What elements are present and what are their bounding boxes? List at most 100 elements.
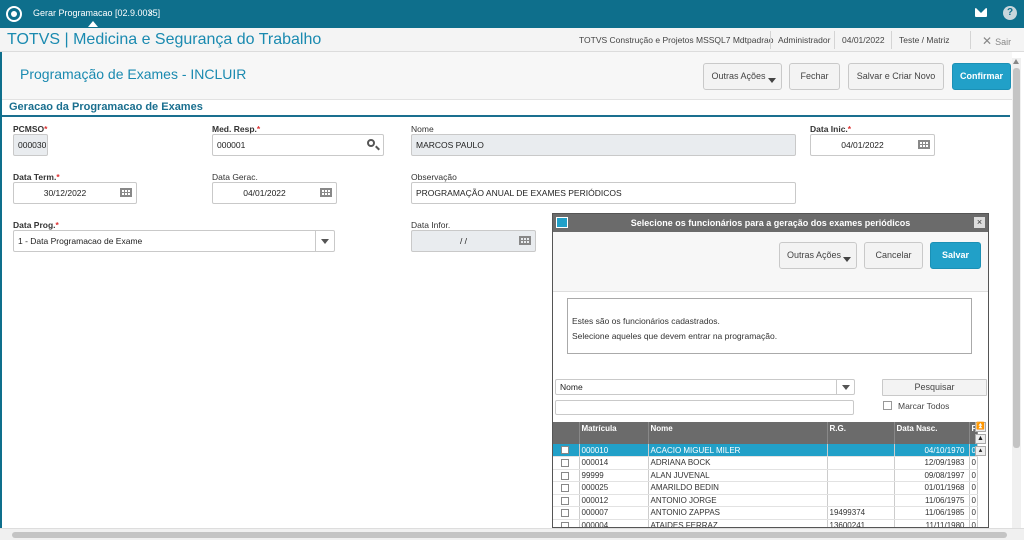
med-resp-field[interactable]: 000001 [212,134,384,156]
chevron-down-icon[interactable] [321,239,329,244]
scroll-up-icon[interactable] [1013,59,1019,64]
first-page-icon[interactable]: ⏫ [975,422,986,432]
table-row[interactable]: 000025 AMARILDO BEDIN 01/01/1968 0 [553,481,978,495]
row-checkbox-cell[interactable] [553,481,580,495]
column-header-nome[interactable]: Nome [648,422,828,444]
row-checkbox-cell[interactable] [553,444,580,457]
row-checkbox[interactable] [561,446,569,455]
outras-acoes-button[interactable]: Outras Ações [703,63,782,90]
cell-data-nasc: 11/06/1985 [894,506,970,520]
dialog-outras-acoes-label: Outras Ações [786,250,842,260]
search-icon[interactable] [367,139,375,147]
data-inic-label: Data Inic.* [810,124,852,134]
vertical-scroll-thumb[interactable] [1013,68,1020,448]
table-row[interactable]: 99999 ALAN JUVENAL 09/08/1997 0 [553,469,978,482]
vertical-scrollbar[interactable] [1012,58,1021,528]
row-checkbox[interactable] [561,471,569,480]
cell-data-nasc: 01/01/1968 [894,481,970,495]
system-date[interactable]: 04/01/2022 [842,35,885,45]
table-row[interactable]: 000014 ADRIANA BOCK 12/09/1983 0 [553,456,978,470]
data-prog-select[interactable]: 1 - Data Programacao de Exame [13,230,335,252]
page-up-icon[interactable]: ▲ [975,434,986,444]
data-inic-field[interactable]: 04/01/2022 [810,134,935,156]
row-checkbox[interactable] [561,484,569,493]
cell-rg: 19499374 [827,506,895,520]
search-field-select[interactable]: Nome [555,379,855,395]
marcar-todos-checkbox[interactable] [883,401,892,410]
search-input[interactable] [555,400,854,415]
table-row[interactable]: 000012 ANTONIO JORGE 11/06/1975 0 [553,494,978,507]
close-icon[interactable]: × [974,217,985,228]
row-checkbox[interactable] [561,509,569,518]
row-checkbox-cell[interactable] [553,519,580,527]
cell-extra: 0 [969,506,978,520]
nome-field[interactable]: MARCOS PAULO [411,134,796,156]
table-header: Matrícula Nome R.G. Data Nasc. F [553,422,978,444]
observacao-field[interactable]: PROGRAMAÇÃO ANUAL DE EXAMES PERIÓDICOS [411,182,796,204]
totvs-logo-icon[interactable] [6,6,22,22]
exit-button[interactable]: ✕ Sair [982,34,1011,48]
cell-matricula: 000007 [579,506,649,520]
row-checkbox[interactable] [561,459,569,468]
row-up-icon[interactable]: ▴ [975,446,986,456]
table-row[interactable]: 000004 ATAIDES FERRAZ 13600241 11/11/1980 0 [553,519,978,527]
cell-matricula: 000025 [579,481,649,495]
cell-extra: 0 [969,469,978,482]
chevron-down-icon[interactable] [842,385,850,390]
data-prog-label: Data Prog.* [13,220,59,230]
active-tab-caret-icon [88,21,98,27]
cell-extra: 0 [969,519,978,527]
cell-matricula: 000004 [579,519,649,527]
cell-matricula: 99999 [579,469,649,482]
table-row[interactable]: 000007 ANTONIO ZAPPAS 19499374 11/06/1985 0 [553,506,978,520]
mail-icon[interactable] [975,8,987,17]
calendar-icon[interactable] [320,188,332,197]
cancelar-button[interactable]: Cancelar [864,242,923,269]
cell-extra: 0 [969,494,978,507]
pesquisar-button[interactable]: Pesquisar [882,379,987,396]
fechar-button[interactable]: Fechar [789,63,840,90]
salvar-criar-novo-button[interactable]: Salvar e Criar Novo [848,63,944,90]
data-gerac-field[interactable]: 04/01/2022 [212,182,337,204]
page-title: Programação de Exames - INCLUIR [20,66,247,82]
nome-label: Nome [411,124,434,134]
horizontal-scrollbar[interactable] [0,528,1024,540]
data-term-field[interactable]: 30/12/2022 [13,182,137,204]
pcmso-field[interactable]: 000030 [13,134,48,156]
row-checkbox-cell[interactable] [553,469,580,482]
exit-label: Sair [995,37,1012,47]
row-checkbox-cell[interactable] [553,494,580,507]
column-header-matricula[interactable]: Matrícula [579,422,649,444]
frame-border [0,52,2,528]
cell-matricula: 000012 [579,494,649,507]
row-checkbox-cell[interactable] [553,456,580,470]
user-name[interactable]: Administrador [778,35,830,45]
column-header-data-nasc[interactable]: Data Nasc. [894,422,970,444]
confirmar-button[interactable]: Confirmar [952,63,1011,90]
row-checkbox[interactable] [561,496,569,505]
calendar-icon[interactable] [918,140,930,149]
cell-rg [827,444,895,457]
tab-close-icon[interactable]: × [148,2,153,24]
system-topbar: Gerar Programacao [02.9.0035] × ? [0,0,1024,28]
cell-rg [827,494,895,507]
calendar-icon[interactable] [120,188,132,197]
row-checkbox-cell[interactable] [553,506,580,520]
cell-nome: ADRIANA BOCK [648,456,828,470]
company-info[interactable]: TOTVS Construção e Projetos MSSQL7 Mdtpa… [579,35,774,45]
data-infor-label: Data Infor. [411,220,451,230]
column-header-rg[interactable]: R.G. [827,422,895,444]
environment[interactable]: Teste / Matriz [899,35,950,45]
select-divider [315,231,316,251]
table-row[interactable]: 000010 ACACIO MIGUEL MILER 04/10/1970 0 [553,444,978,457]
header-divider [834,31,835,49]
data-term-label: Data Term.* [13,172,60,182]
grid-navigation: ⏫ ▲ ▴ [974,422,988,462]
cell-data-nasc: 09/08/1997 [894,469,970,482]
help-icon[interactable]: ? [1003,6,1017,20]
horizontal-scroll-thumb[interactable] [12,532,1007,538]
dialog-outras-acoes-button[interactable]: Outras Ações [779,242,857,269]
dialog-message-line1: Estes são os funcionários cadastrados. [572,316,720,326]
salvar-button[interactable]: Salvar [930,242,981,269]
cell-rg [827,469,895,482]
